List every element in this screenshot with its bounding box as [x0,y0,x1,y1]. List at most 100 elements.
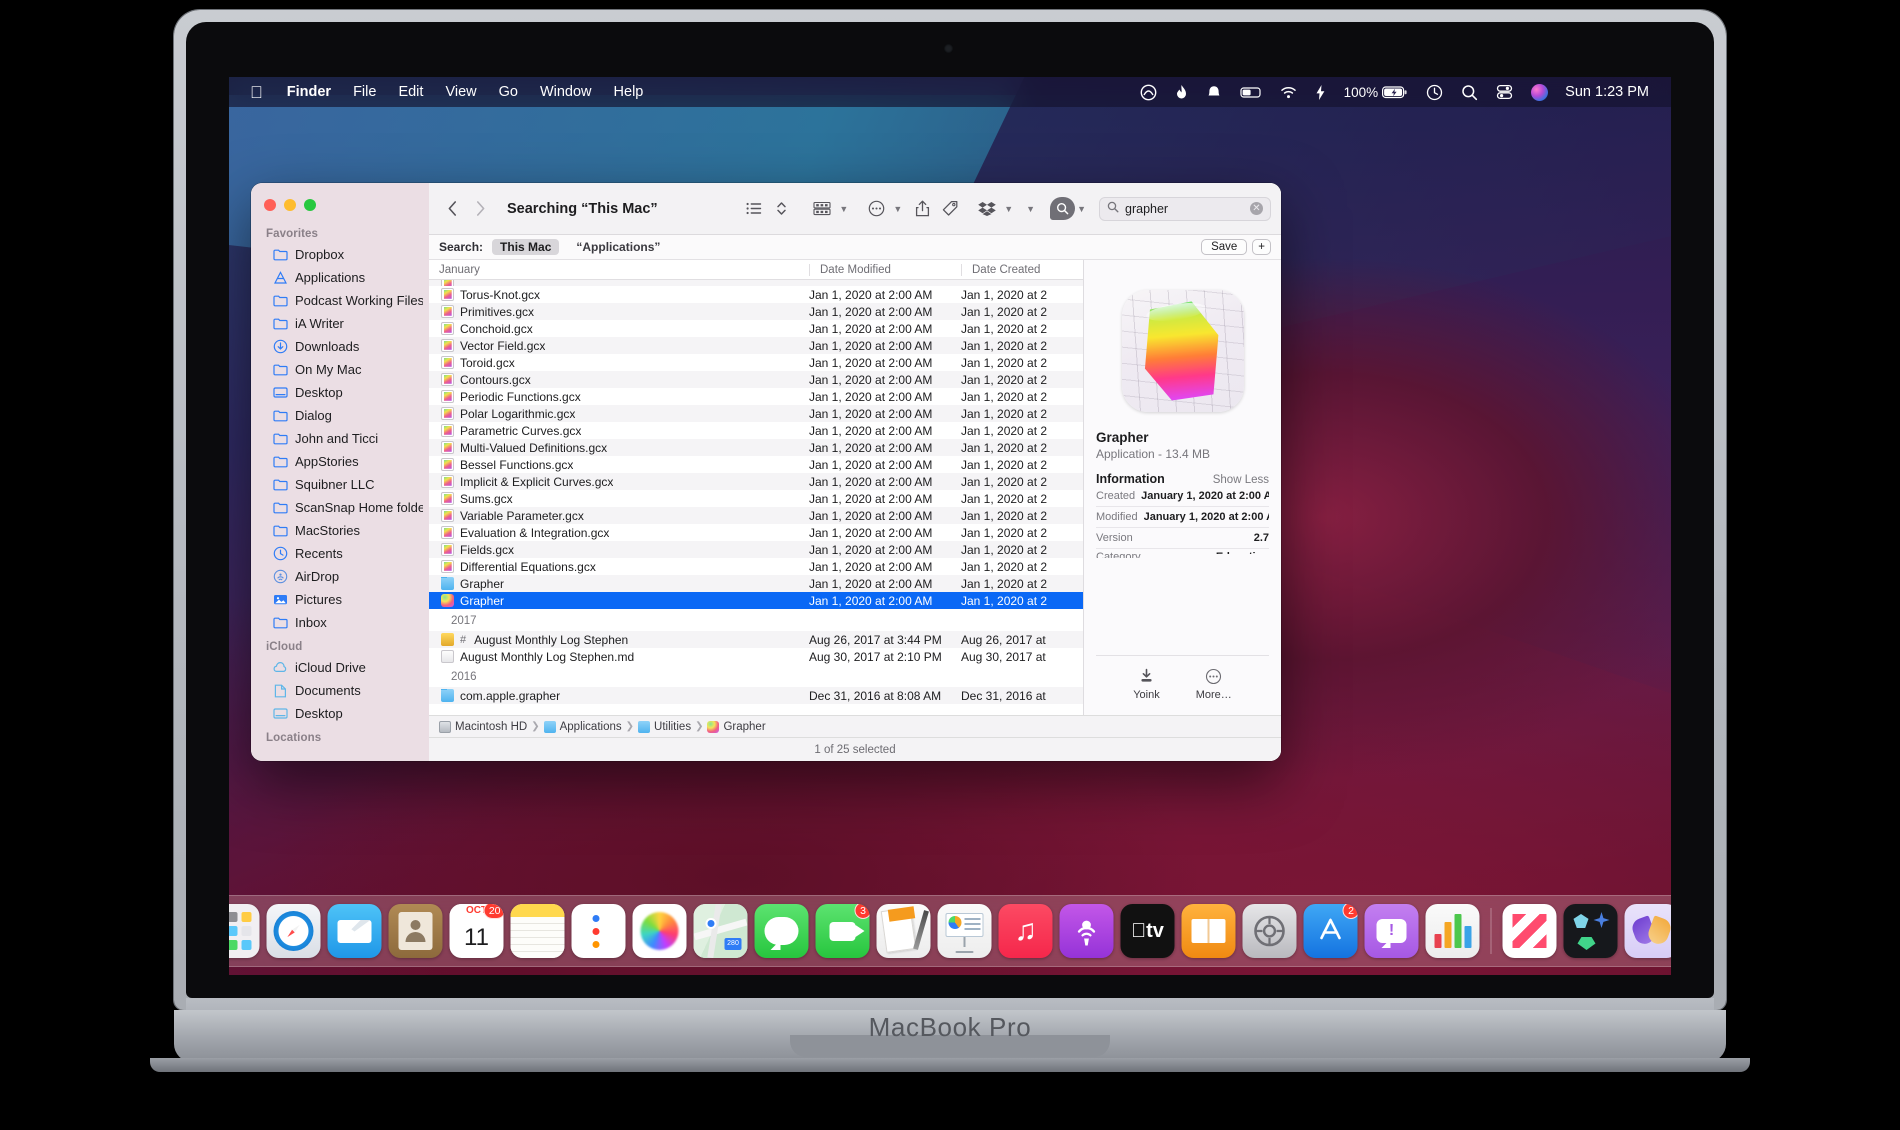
actions-control[interactable]: ▼ [862,196,902,222]
wifi-icon[interactable] [1271,81,1306,103]
tag-icon[interactable] [936,196,965,222]
dropbox-control[interactable]: ▼ [972,196,1013,222]
time-machine-icon[interactable] [1417,81,1452,103]
siri-icon[interactable] [1522,81,1557,103]
clear-search-icon[interactable]: ✕ [1250,202,1263,215]
dock-item-contacts[interactable] [388,904,443,958]
sidebar-item-applications[interactable]: Applications [257,266,423,289]
save-search-button[interactable]: Save [1201,239,1248,255]
spotlight-search-icon[interactable] [1452,81,1487,103]
breadcrumb-grapher[interactable]: Grapher [707,720,766,733]
table-row[interactable]: Toroid.gcx Jan 1, 2020 at 2:00 AM Jan 1,… [429,354,1083,371]
menu-item-finder[interactable]: Finder [276,81,342,103]
dock-item-photos[interactable] [632,904,687,958]
sidebar-item-dropbox[interactable]: Dropbox [257,243,423,266]
breadcrumb-utilities[interactable]: Utilities [638,720,691,733]
bolt-icon[interactable] [1306,81,1335,103]
search-scope-icon[interactable] [1050,197,1076,220]
sidebar-item-scansnap-home-folder[interactable]: ScanSnap Home folder [257,496,423,519]
search-scope-control[interactable]: ▼ [1048,197,1086,220]
dock-item-app-store[interactable]: 2 [1303,904,1358,958]
sidebar-item-pictures[interactable]: Pictures [257,588,423,611]
sort-updown-icon[interactable] [770,196,793,222]
chevron-down-icon[interactable]: ▼ [1077,204,1086,214]
table-row[interactable]: Sums.gcx Jan 1, 2020 at 2:00 AM Jan 1, 2… [429,490,1083,507]
yoink-button[interactable]: Yoink [1133,668,1160,701]
chevron-down-icon[interactable]: ▼ [1004,204,1013,214]
dock-item-numbers[interactable] [1425,904,1480,958]
table-row[interactable]: Bessel Functions.gcx Jan 1, 2020 at 2:00… [429,456,1083,473]
control-center-icon[interactable] [1487,81,1522,103]
table-row[interactable]: com.apple.grapher Dec 31, 2016 at 8:08 A… [429,687,1083,704]
group-by-control[interactable]: ▼ [807,196,848,222]
dock-item-system-preferences[interactable] [1242,904,1297,958]
sidebar-item-appstories[interactable]: AppStories [257,450,423,473]
menu-item-go[interactable]: Go [488,81,529,103]
table-row[interactable] [429,280,1083,286]
dock-item-launchpad[interactable] [229,904,260,958]
search-scope-applications[interactable]: “Applications” [568,239,668,255]
more-button[interactable]: More… [1196,668,1232,701]
forward-button[interactable] [467,196,493,222]
sidebar-item-icloud-drive[interactable]: iCloud Drive [257,656,423,679]
column-header-date-created[interactable]: Date Created [961,263,1083,276]
creative-cloud-icon[interactable] [1131,81,1166,103]
chevron-down-icon[interactable]: ▼ [839,204,848,214]
sidebar-item-desktop[interactable]: Desktop [257,381,423,404]
sidebar-item-squibner-llc[interactable]: Squibner LLC [257,473,423,496]
dock-item-maps[interactable]: 280 [693,904,748,958]
show-less-button[interactable]: Show Less [1213,474,1269,486]
sidebar-item-on-my-mac[interactable]: On My Mac [257,358,423,381]
dock-item-alert-app[interactable]: ! [1364,904,1419,958]
table-row-selected[interactable]: Grapher Jan 1, 2020 at 2:00 AM Jan 1, 20… [429,592,1083,609]
breadcrumb-macintosh-hd[interactable]: Macintosh HD [439,720,527,733]
breadcrumb-applications[interactable]: Applications [543,720,622,733]
sidebar-item-ia-writer[interactable]: iA Writer [257,312,423,335]
menu-bar-clock[interactable]: Sun 1:23 PM [1557,84,1659,100]
minimize-button[interactable] [284,199,296,211]
menu-item-view[interactable]: View [434,81,487,103]
column-header-name[interactable]: January [429,264,809,276]
table-row[interactable]: Primitives.gcx Jan 1, 2020 at 2:00 AM Ja… [429,303,1083,320]
table-row[interactable]: Contours.gcx Jan 1, 2020 at 2:00 AM Jan … [429,371,1083,388]
sidebar-item-dialog[interactable]: Dialog [257,404,423,427]
close-button[interactable] [264,199,276,211]
apple-logo-icon[interactable]:  [241,84,276,101]
list-view-icon[interactable] [740,196,768,222]
table-row[interactable]: Grapher Jan 1, 2020 at 2:00 AM Jan 1, 20… [429,575,1083,592]
table-row[interactable]: Fields.gcx Jan 1, 2020 at 2:00 AM Jan 1,… [429,541,1083,558]
table-row[interactable]: Implicit & Explicit Curves.gcx Jan 1, 20… [429,473,1083,490]
table-row[interactable]: # August Monthly Log Stephen Aug 26, 2017… [429,631,1083,648]
menu-item-file[interactable]: File [342,81,387,103]
dock-item-mail[interactable] [327,904,382,958]
zoom-button[interactable] [304,199,316,211]
table-row[interactable]: Conchoid.gcx Jan 1, 2020 at 2:00 AM Jan … [429,320,1083,337]
table-row[interactable]: Evaluation & Integration.gcx Jan 1, 2020… [429,524,1083,541]
table-row[interactable]: Parametric Curves.gcx Jan 1, 2020 at 2:0… [429,422,1083,439]
dock-item-keynote[interactable] [937,904,992,958]
dock-item-messages[interactable] [754,904,809,958]
search-field[interactable]: ✕ [1099,196,1271,221]
table-row[interactable]: Differential Equations.gcx Jan 1, 2020 a… [429,558,1083,575]
dock-item-safari[interactable] [266,904,321,958]
dock-item-music[interactable]: ♫ [998,904,1053,958]
search-input[interactable] [1125,201,1244,216]
column-header-date-modified[interactable]: Date Modified [809,263,961,276]
table-row[interactable]: Polar Logarithmic.gcx Jan 1, 2020 at 2:0… [429,405,1083,422]
sidebar-item-inbox[interactable]: Inbox [257,611,423,634]
sidebar-item-john-and-ticci[interactable]: John and Ticci [257,427,423,450]
table-row[interactable]: Variable Parameter.gcx Jan 1, 2020 at 2:… [429,507,1083,524]
bell-icon[interactable] [1197,81,1231,103]
menu-item-window[interactable]: Window [529,81,603,103]
dock-item-news[interactable] [1502,904,1557,958]
table-row[interactable]: Vector Field.gcx Jan 1, 2020 at 2:00 AM … [429,337,1083,354]
battery-widget-icon[interactable] [1231,81,1271,103]
menu-item-edit[interactable]: Edit [387,81,434,103]
menu-item-help[interactable]: Help [603,81,655,103]
dock-item-books[interactable] [1181,904,1236,958]
dock-item-calendar[interactable]: 20 OCT 11 [449,904,504,958]
table-row[interactable]: Torus-Knot.gcx Jan 1, 2020 at 2:00 AM Ja… [429,286,1083,303]
table-row[interactable]: Periodic Functions.gcx Jan 1, 2020 at 2:… [429,388,1083,405]
sidebar-item-downloads[interactable]: Downloads [257,335,423,358]
share-icon[interactable] [909,196,936,222]
